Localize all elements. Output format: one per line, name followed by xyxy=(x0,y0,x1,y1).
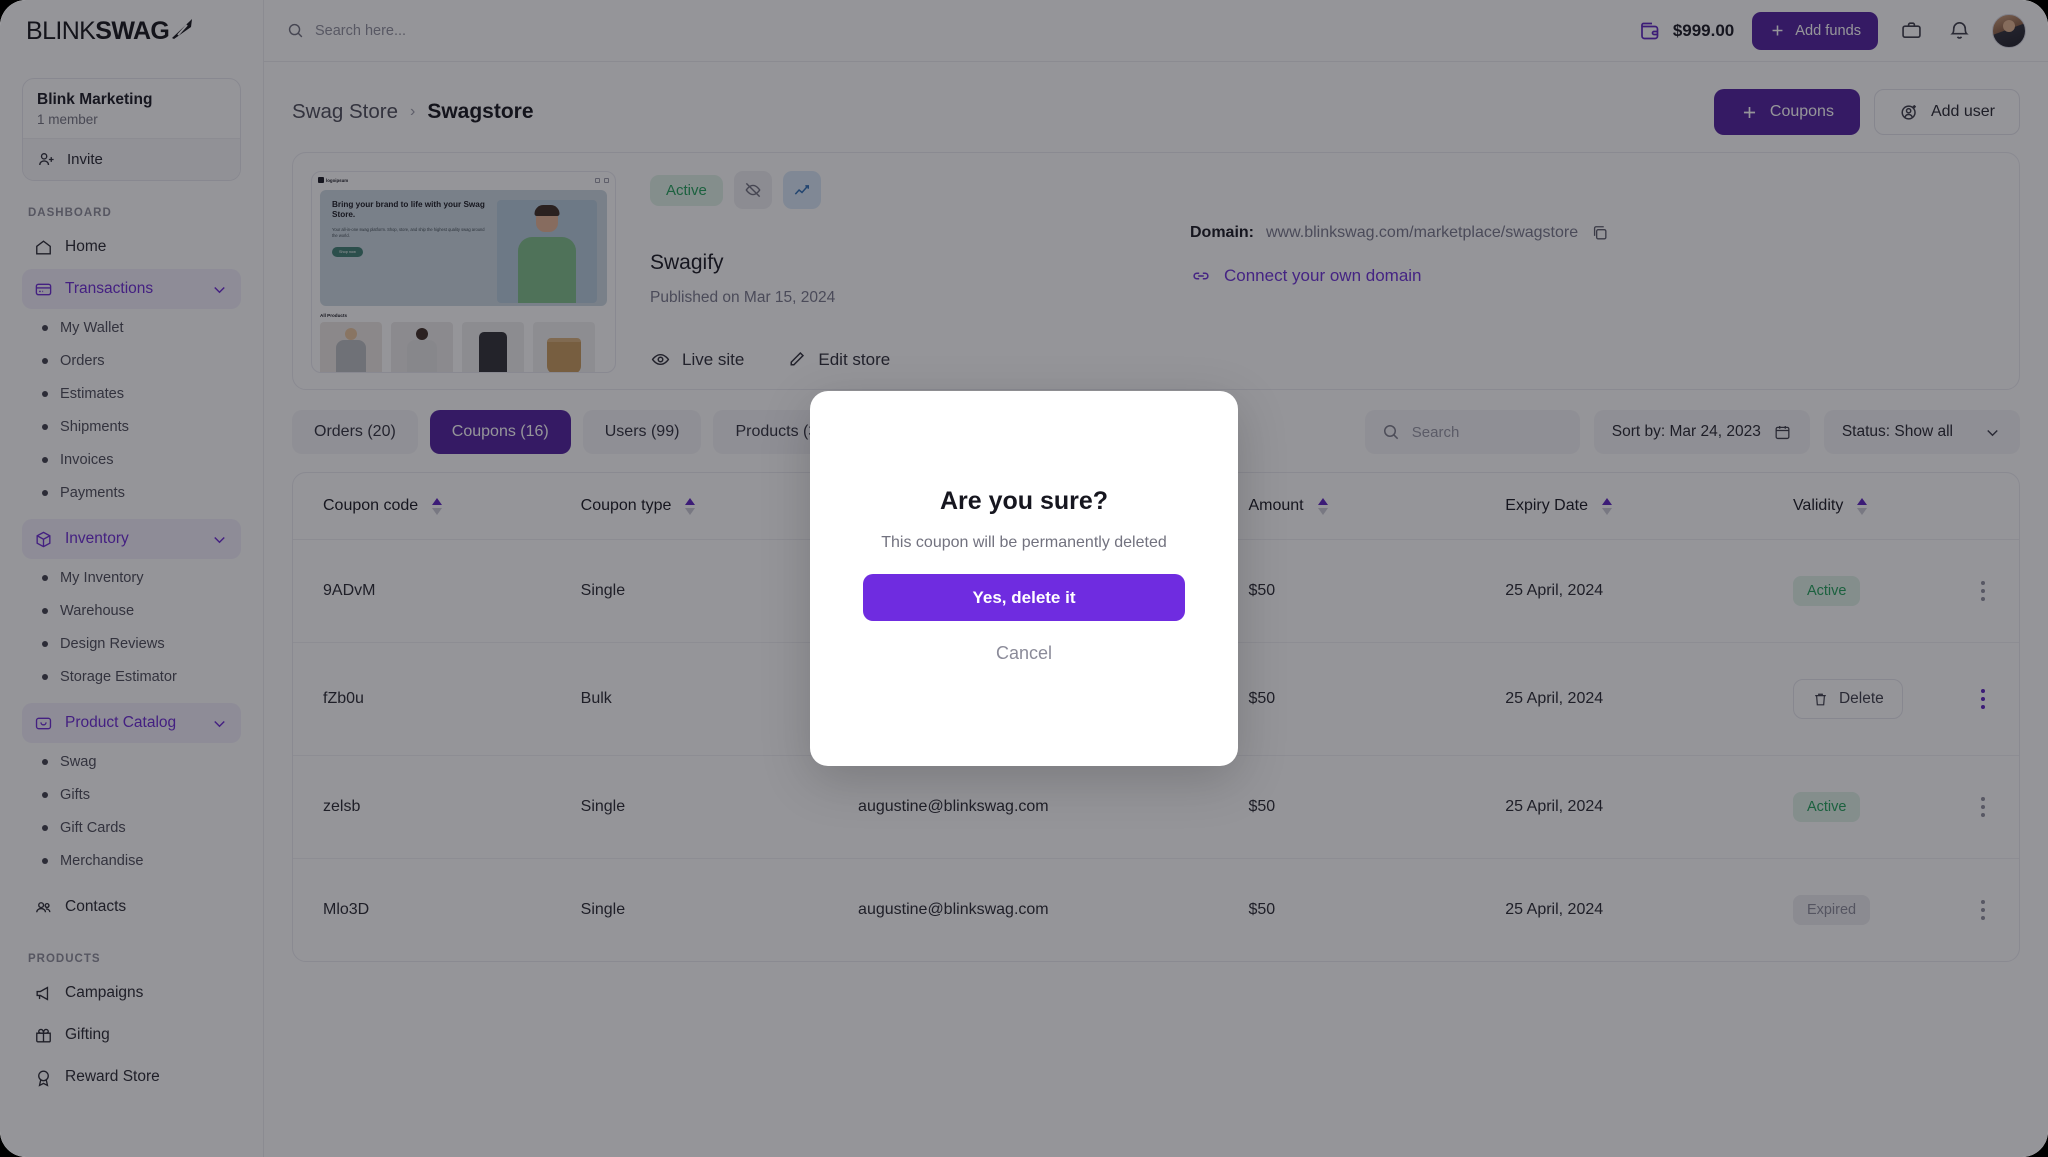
app-window: BLINKSWAG Blink Marketing 1 member Invit… xyxy=(0,0,2048,1157)
cancel-button[interactable]: Cancel xyxy=(996,643,1052,664)
modal-subtitle: This coupon will be permanently deleted xyxy=(881,534,1167,551)
delete-confirmation-modal: Are you sure? This coupon will be perman… xyxy=(810,391,1238,766)
modal-title: Are you sure? xyxy=(939,487,1109,515)
confirm-delete-button[interactable]: Yes, delete it xyxy=(863,574,1185,621)
